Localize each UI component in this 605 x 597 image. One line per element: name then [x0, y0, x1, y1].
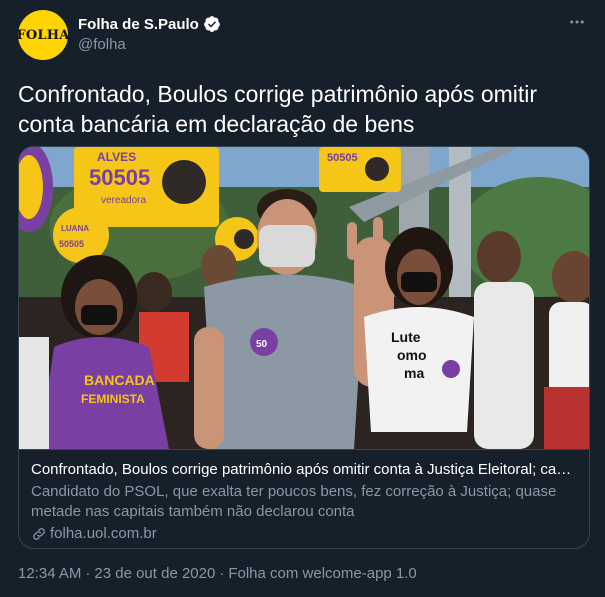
meta-separator: · [219, 565, 225, 582]
sign-small-line1: LUANA [61, 224, 89, 233]
sign-left-line1: ALVES [97, 150, 136, 164]
sign-left-line2: 50505 [89, 165, 150, 190]
sign-right-line1: 50505 [327, 152, 358, 164]
card-image[interactable]: ALVES 50505 vereadora 50505 LUANA 50505 … [19, 147, 589, 449]
shirt-left-line1: BANCADA [84, 372, 155, 388]
avatar-logo-text: FOLHA [16, 27, 70, 43]
tweet-text: Confrontado, Boulos corrige patrimônio a… [18, 81, 538, 137]
tweet-meta: 12:34 AM · 23 de out de 2020 · Folha com… [18, 565, 417, 582]
author-handle[interactable]: @folha [78, 36, 126, 53]
more-options-icon[interactable] [565, 10, 589, 34]
campaign-sign-right: 50505 [319, 147, 401, 192]
verified-badge-icon [203, 16, 220, 32]
tweet[interactable]: FOLHA Folha de S.Paulo @folha Confrontad… [0, 0, 605, 597]
shirt-right-line2: omo [397, 347, 427, 363]
meta-separator: · [85, 565, 91, 582]
ellipsis-icon [570, 20, 584, 24]
avatar[interactable]: FOLHA [16, 10, 70, 60]
sticker-text: 50 [256, 339, 268, 350]
card-title[interactable]: Confrontado, Boulos corrige patrimônio a… [31, 460, 579, 480]
card-domain-row[interactable]: folha.uol.com.br [31, 524, 579, 544]
tweet-date[interactable]: 23 de out de 2020 [94, 565, 215, 582]
card-info[interactable]: Confrontado, Boulos corrige patrimônio a… [19, 449, 589, 548]
shirt-right-line3: ma [404, 365, 424, 381]
link-icon [33, 528, 45, 540]
display-name[interactable]: Folha de S.Paulo [78, 16, 199, 33]
sign-small-line2: 50505 [59, 239, 84, 249]
shirt-left-line2: FEMINISTA [81, 392, 145, 406]
sign-left-line3: vereadora [101, 195, 146, 206]
tweet-source[interactable]: Folha com welcome-app 1.0 [228, 565, 416, 582]
link-card[interactable]: ALVES 50505 vereadora 50505 LUANA 50505 … [18, 146, 590, 549]
shirt-right-line1: Lute [391, 329, 421, 345]
author-name-row[interactable]: Folha de S.Paulo [78, 14, 221, 34]
tweet-time[interactable]: 12:34 AM [18, 565, 81, 582]
card-domain[interactable]: folha.uol.com.br [50, 524, 157, 544]
news-photo: ALVES 50505 vereadora 50505 LUANA 50505 … [19, 147, 589, 449]
card-description: Candidato do PSOL, que exalta ter poucos… [31, 483, 557, 520]
